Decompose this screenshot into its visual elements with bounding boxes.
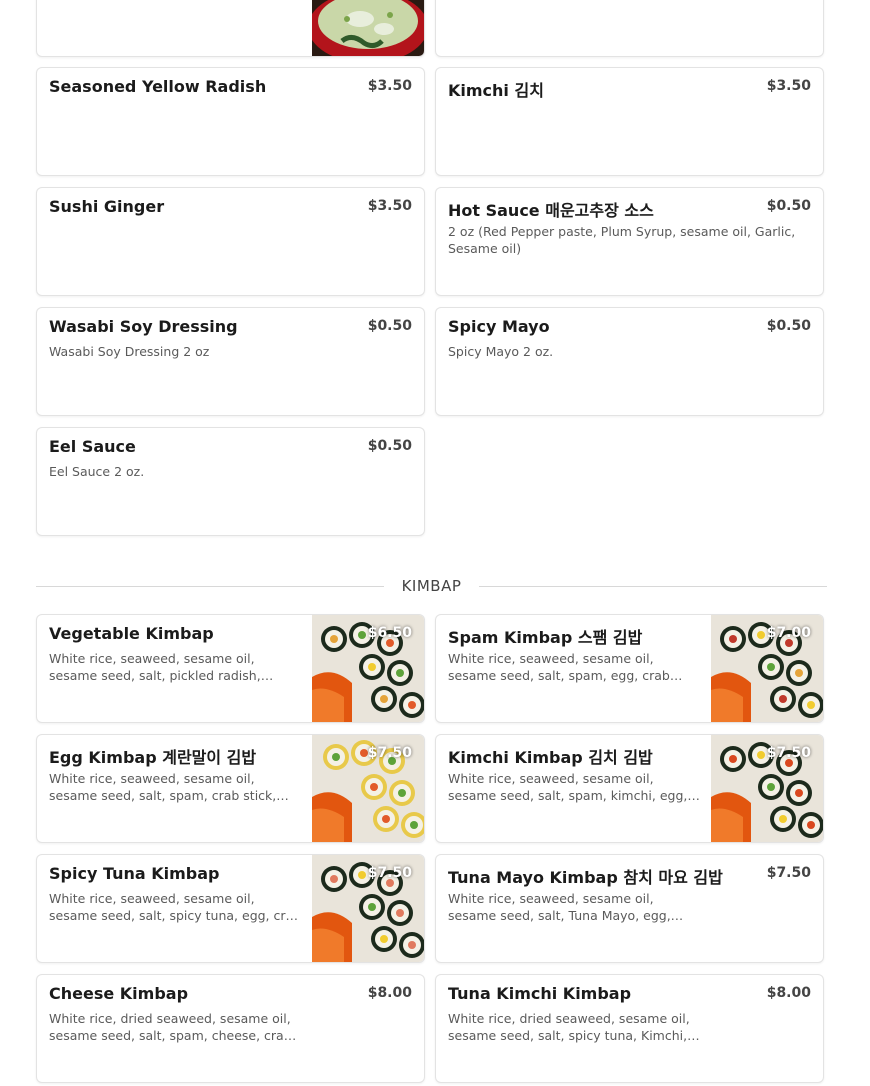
item-price: $8.00: [367, 985, 412, 1001]
item-price: $8.00: [766, 985, 811, 1001]
menu-item-card[interactable]: Cheese Kimbap White rice, dried seaweed,…: [36, 974, 425, 1083]
menu-item-card[interactable]: Tuna Mayo Kimbap 참치 마요 김밥 White rice, se…: [435, 854, 824, 963]
miso-soup-image: [312, 0, 424, 56]
item-description: Eel Sauce 2 oz.: [49, 464, 145, 479]
item-price: $7.50: [367, 865, 412, 881]
menu-item-card[interactable]: Spam Kimbap 스팸 김밥 White rice, seaweed, s…: [435, 614, 824, 723]
item-description: Spicy Mayo 2 oz.: [448, 344, 554, 359]
item-name: Cheese Kimbap: [49, 984, 189, 1003]
menu-item-card[interactable]: Hot Sauce 매운고추장 소스 2 oz (Red Pepper past…: [435, 187, 824, 296]
menu-item-card[interactable]: Kimchi Kimbap 김치 김밥 White rice, seaweed,…: [435, 734, 824, 843]
item-description: White rice, seaweed, sesame oil, sesame …: [448, 771, 688, 803]
item-description: White rice, seaweed, sesame oil, sesame …: [49, 891, 302, 923]
item-description: White rice, dried seaweed, sesame oil, s…: [448, 1011, 690, 1043]
menu-item-card[interactable]: Wasabi Soy Dressing Wasabi Soy Dressing …: [36, 307, 425, 416]
item-name: Vegetable Kimbap: [49, 624, 214, 643]
item-description: Wasabi Soy Dressing 2 oz: [49, 344, 210, 359]
menu-item-card[interactable]: Egg Kimbap 계란말이 김밥 White rice, seaweed, …: [36, 734, 425, 843]
item-description: White rice, seaweed, sesame oil, sesame …: [448, 891, 671, 923]
item-price: $0.50: [367, 438, 412, 454]
item-price: $7.00: [766, 625, 811, 641]
item-name: Kimchi 김치: [448, 81, 544, 100]
item-price: $0.50: [367, 318, 412, 334]
item-name: Seasoned Yellow Radish: [49, 77, 267, 96]
item-price: $7.50: [367, 745, 412, 761]
item-description: 2 oz (Red Pepper paste, Plum Syrup, sesa…: [448, 224, 796, 256]
item-price: $7.50: [766, 745, 811, 761]
item-name: Egg Kimbap 계란말이 김밥: [49, 748, 257, 767]
menu-item-card[interactable]: Eel Sauce Eel Sauce 2 oz. $0.50: [36, 427, 425, 536]
menu-item-card[interactable]: Sushi Ginger $3.50: [36, 187, 425, 296]
item-name: Spicy Mayo: [448, 317, 550, 336]
item-name: Spam Kimbap 스팸 김밥: [448, 628, 643, 647]
menu-item-card[interactable]: Vegetable Kimbap White rice, seaweed, se…: [36, 614, 425, 723]
item-price: $3.50: [367, 198, 412, 214]
item-price: $0.50: [766, 318, 811, 334]
menu-item-card[interactable]: Kimchi 김치 $3.50: [435, 67, 824, 176]
item-description: White rice, dried seaweed, sesame oil, s…: [49, 1011, 292, 1043]
item-name: Tuna Kimchi Kimbap: [448, 984, 632, 1003]
item-name: Wasabi Soy Dressing: [49, 317, 238, 336]
item-description: White rice, seaweed, sesame oil, sesame …: [49, 651, 261, 683]
menu-item-card[interactable]: Spicy Tuna Kimbap White rice, seaweed, s…: [36, 854, 425, 963]
item-description: White rice, seaweed, sesame oil, sesame …: [448, 651, 670, 683]
menu-item-card[interactable]: [36, 0, 425, 57]
item-name: Eel Sauce: [49, 437, 136, 456]
menu-item-card[interactable]: Spicy Mayo Spicy Mayo 2 oz. $0.50: [435, 307, 824, 416]
item-description: White rice, seaweed, sesame oil, sesame …: [49, 771, 277, 803]
item-name: Sushi Ginger: [49, 197, 165, 216]
menu-item-card[interactable]: [435, 0, 824, 57]
divider: [479, 586, 827, 587]
item-name: Spicy Tuna Kimbap: [49, 864, 220, 883]
menu-item-card[interactable]: Tuna Kimchi Kimbap White rice, dried sea…: [435, 974, 824, 1083]
item-price: $3.50: [367, 78, 412, 94]
item-price: $3.50: [766, 78, 811, 94]
menu-item-card[interactable]: Seasoned Yellow Radish $3.50: [36, 67, 425, 176]
item-name: Kimchi Kimbap 김치 김밥: [448, 748, 653, 767]
item-price: $6.50: [367, 625, 412, 641]
item-price: $7.50: [766, 865, 811, 881]
item-name: Hot Sauce 매운고추장 소스: [448, 201, 654, 220]
item-price: $0.50: [766, 198, 811, 214]
item-name: Tuna Mayo Kimbap 참치 마요 김밥: [448, 868, 723, 887]
section-header-kimbap: KIMBAP: [36, 577, 827, 597]
